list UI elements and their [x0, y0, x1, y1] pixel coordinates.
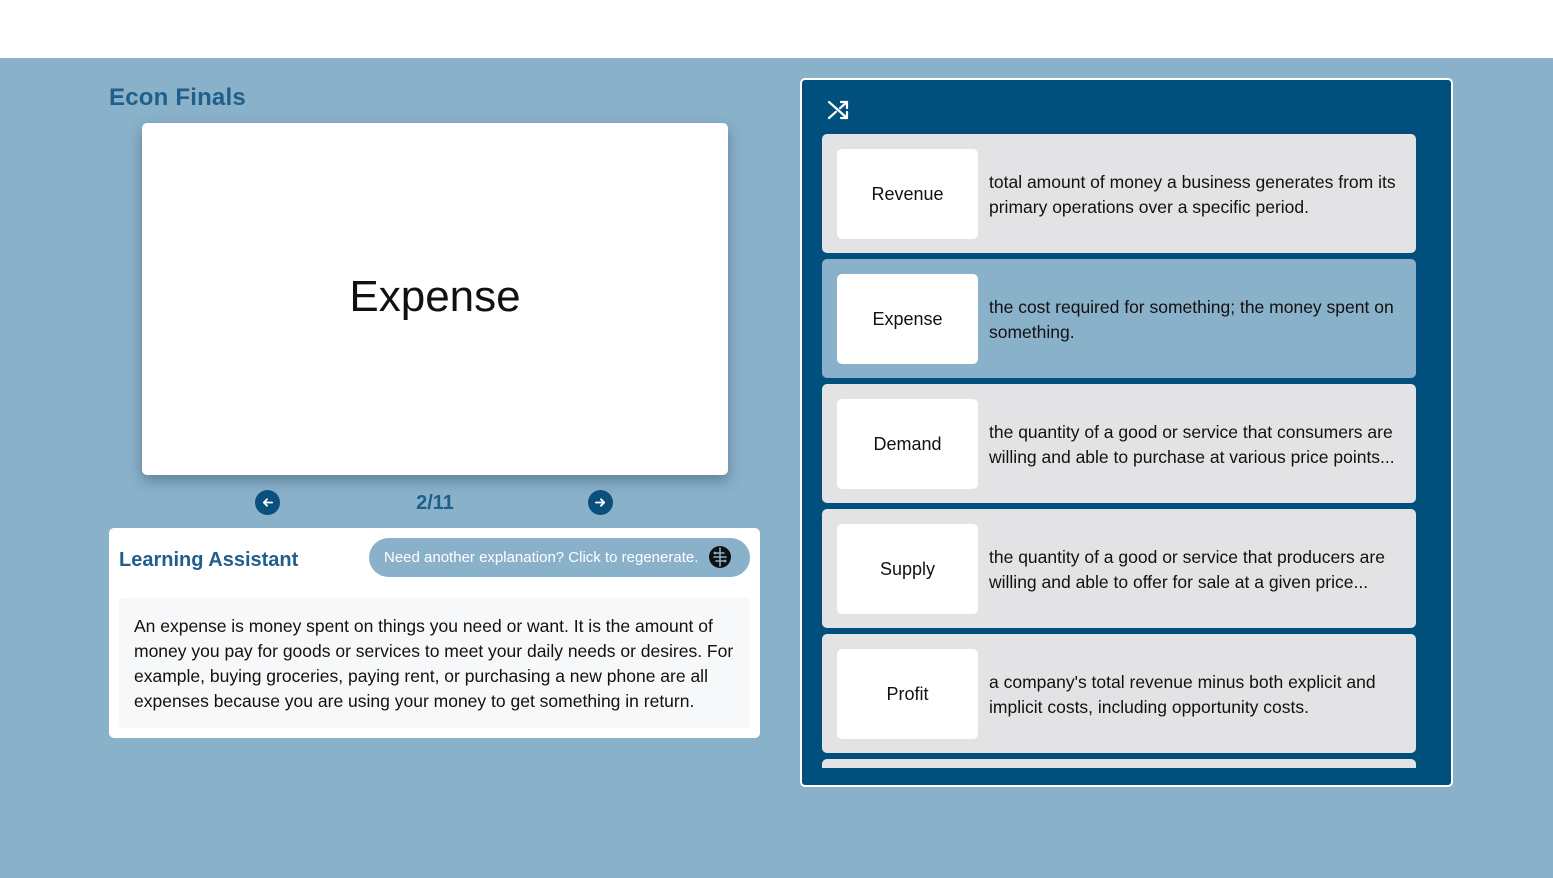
regenerate-label: Need another explanation? Click to regen… [384, 549, 699, 566]
card-list-item[interactable] [822, 759, 1416, 768]
card-term: Supply [837, 524, 978, 614]
card-term: Revenue [837, 149, 978, 239]
card-list-panel: Revenue total amount of money a business … [800, 78, 1453, 787]
shuffle-icon [827, 100, 849, 120]
arrow-right-icon [594, 498, 606, 507]
card-list-item[interactable]: Demand the quantity of a good or service … [822, 384, 1416, 503]
card-definition: total amount of money a business generat… [989, 172, 1396, 217]
assistant-explanation: An expense is money spent on things you … [119, 598, 750, 728]
card-term: Expense [837, 274, 978, 364]
main-area: Econ Finals Expense 2/11 Learning Assist… [0, 58, 1553, 878]
top-bar [0, 0, 1553, 58]
flashcard-term: Expense [349, 272, 521, 321]
card-definition: a company's total revenue minus both exp… [989, 672, 1376, 717]
card-definition: the quantity of a good or service that p… [989, 547, 1385, 592]
brain-icon [709, 546, 731, 568]
next-card-button[interactable] [588, 490, 613, 515]
flashcard[interactable]: Expense [142, 123, 728, 475]
regenerate-button[interactable]: Need another explanation? Click to regen… [369, 538, 750, 577]
card-term: Demand [837, 399, 978, 489]
learning-assistant-panel: Learning Assistant Need another explanat… [109, 528, 760, 738]
card-list[interactable]: Revenue total amount of money a business … [822, 134, 1418, 768]
card-counter: 2/11 [416, 492, 454, 514]
card-list-item[interactable]: Supply the quantity of a good or service … [822, 509, 1416, 628]
previous-card-button[interactable] [255, 490, 280, 515]
card-list-item[interactable]: Expense the cost required for something; … [822, 259, 1416, 378]
card-definition: the cost required for something; the mon… [989, 297, 1394, 342]
shuffle-button[interactable] [826, 98, 850, 122]
card-list-item[interactable]: Revenue total amount of money a business … [822, 134, 1416, 253]
arrow-left-icon [262, 498, 274, 507]
deck-title: Econ Finals [109, 84, 246, 111]
card-definition: the quantity of a good or service that c… [989, 422, 1395, 467]
assistant-title: Learning Assistant [119, 549, 299, 571]
card-term: Profit [837, 649, 978, 739]
card-list-item[interactable]: Profit a company's total revenue minus bo… [822, 634, 1416, 753]
